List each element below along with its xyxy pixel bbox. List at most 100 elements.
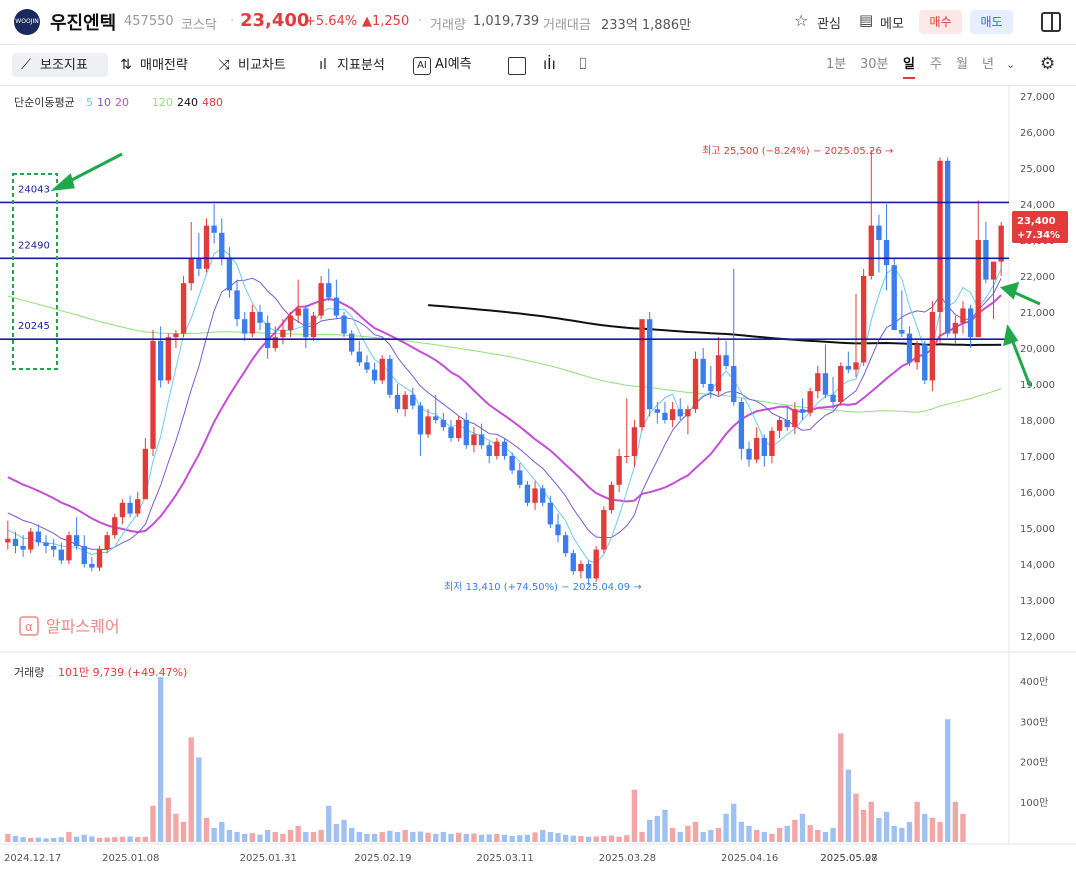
candle-body [524, 484, 531, 503]
candle-body [570, 553, 576, 572]
price-chart[interactable]: 27,00026,00025,00024,00023,00022,00021,0… [0, 86, 1076, 873]
date-tick-label: 2025.01.31 [240, 853, 297, 864]
candle-type-icon[interactable]: ıİı [543, 55, 556, 73]
candle-body [455, 420, 462, 438]
star-icon[interactable]: ☆ [794, 11, 808, 30]
chevron-down-icon[interactable]: ⌄ [1006, 58, 1015, 71]
volume-bar [761, 831, 767, 842]
candle-body [792, 409, 798, 428]
candle-body [119, 502, 126, 518]
candle-body [112, 517, 118, 536]
volume-bar [402, 829, 408, 842]
buy-button[interactable]: 매수 [919, 10, 962, 34]
volume-bar [929, 817, 936, 842]
analysis-button[interactable]: ıl 지표분석 [313, 53, 385, 77]
candle-body [761, 438, 767, 456]
volume-bar [318, 829, 324, 842]
stock-name[interactable]: 우진엔텍 [50, 9, 116, 35]
candle-body [753, 438, 760, 460]
candle-body [371, 369, 378, 381]
compare-button[interactable]: ⤨ 비교차트 [214, 53, 285, 77]
volume-bar [662, 809, 668, 842]
volume-bar [188, 737, 194, 842]
ai-predict-button[interactable]: AI AI예측 [413, 53, 472, 77]
camera-icon[interactable]: ⌷ [578, 54, 588, 74]
candle-body [287, 315, 294, 330]
candle-body [669, 409, 676, 420]
candle-body [157, 340, 164, 381]
volume-bar [669, 827, 676, 842]
candle-body [547, 502, 554, 525]
period-week[interactable]: 주 [930, 53, 942, 77]
candle-body [799, 409, 806, 413]
ma5-line [7, 247, 1002, 564]
candle-body [295, 308, 301, 316]
indicator-button[interactable]: ⟋ 보조지표 [12, 53, 108, 77]
candle-body [219, 232, 225, 258]
high-annotation: 최고 25,500 (−8.24%) − 2025.05.26 → [702, 145, 893, 157]
candle-body [303, 308, 309, 338]
candle-body [501, 441, 508, 456]
period-day[interactable]: 일 [903, 53, 915, 79]
volume-bar [883, 811, 890, 842]
volume-bar [540, 829, 546, 842]
candle-body [967, 308, 974, 338]
candle-body [929, 312, 936, 381]
volume-tick-label: 100만 [1020, 797, 1048, 809]
sell-button[interactable]: 매도 [970, 10, 1013, 34]
candle-body [226, 258, 233, 291]
watch-label[interactable]: 관심 [817, 13, 841, 32]
volume-bar [501, 834, 508, 842]
volume-bar [616, 836, 622, 842]
candle-body [593, 549, 599, 579]
period-month[interactable]: 월 [956, 53, 968, 77]
volume-bar [838, 733, 844, 842]
period-30min[interactable]: 30분 [860, 53, 889, 77]
watermark-text: 알파스퀘어 [46, 617, 120, 636]
volume-bar [731, 803, 737, 842]
volume-bar [394, 831, 401, 842]
candle-body [922, 344, 928, 381]
date-tick-label: 2025.03.28 [599, 853, 656, 864]
memo-icon[interactable]: ▤ [859, 11, 873, 29]
volume-bar [303, 831, 309, 842]
ma-legend-title[interactable]: 단순이동평균 [14, 96, 75, 109]
candle-body [899, 330, 905, 334]
candle-body [578, 564, 584, 572]
period-1min[interactable]: 1분 [826, 53, 846, 77]
volume-bar [66, 831, 72, 842]
date-tick-label: 2025.02.19 [354, 853, 411, 864]
candle-body [433, 416, 439, 420]
square-icon[interactable] [508, 57, 526, 75]
candle-body [12, 538, 19, 546]
volume-bar [81, 834, 87, 842]
candle-body [249, 312, 256, 334]
candle-body [165, 337, 171, 381]
candle-body [58, 549, 64, 561]
current-price: 23,400 [240, 10, 310, 31]
candle-body [555, 524, 561, 536]
date-tick-label: 2025.04.16 [721, 853, 778, 864]
panel-toggle-icon[interactable] [1041, 12, 1061, 32]
strategy-button[interactable]: ⇅ 매매전략 [116, 53, 188, 77]
price-tick-label: 19,000 [1020, 380, 1055, 391]
memo-label[interactable]: 메모 [880, 13, 904, 32]
candle-body [654, 409, 660, 413]
candle-body [326, 283, 332, 298]
candle-body [43, 542, 49, 546]
volume-bar [845, 769, 852, 842]
stock-code: 457550 [124, 14, 174, 29]
volume-label: 거래량 [430, 18, 466, 33]
candle-body [242, 319, 248, 334]
ai-chip-icon: AI [413, 57, 431, 75]
candle-body [478, 434, 485, 446]
candle-body [20, 546, 26, 550]
period-year[interactable]: 년 [982, 53, 994, 77]
volume-bar [815, 829, 821, 842]
volume-bar [654, 815, 660, 842]
candle-body [96, 549, 103, 568]
volume-bar [715, 827, 722, 842]
candle-body [410, 394, 416, 406]
settings-gear-icon[interactable]: ⚙ [1040, 54, 1055, 74]
candle-body [379, 358, 385, 381]
